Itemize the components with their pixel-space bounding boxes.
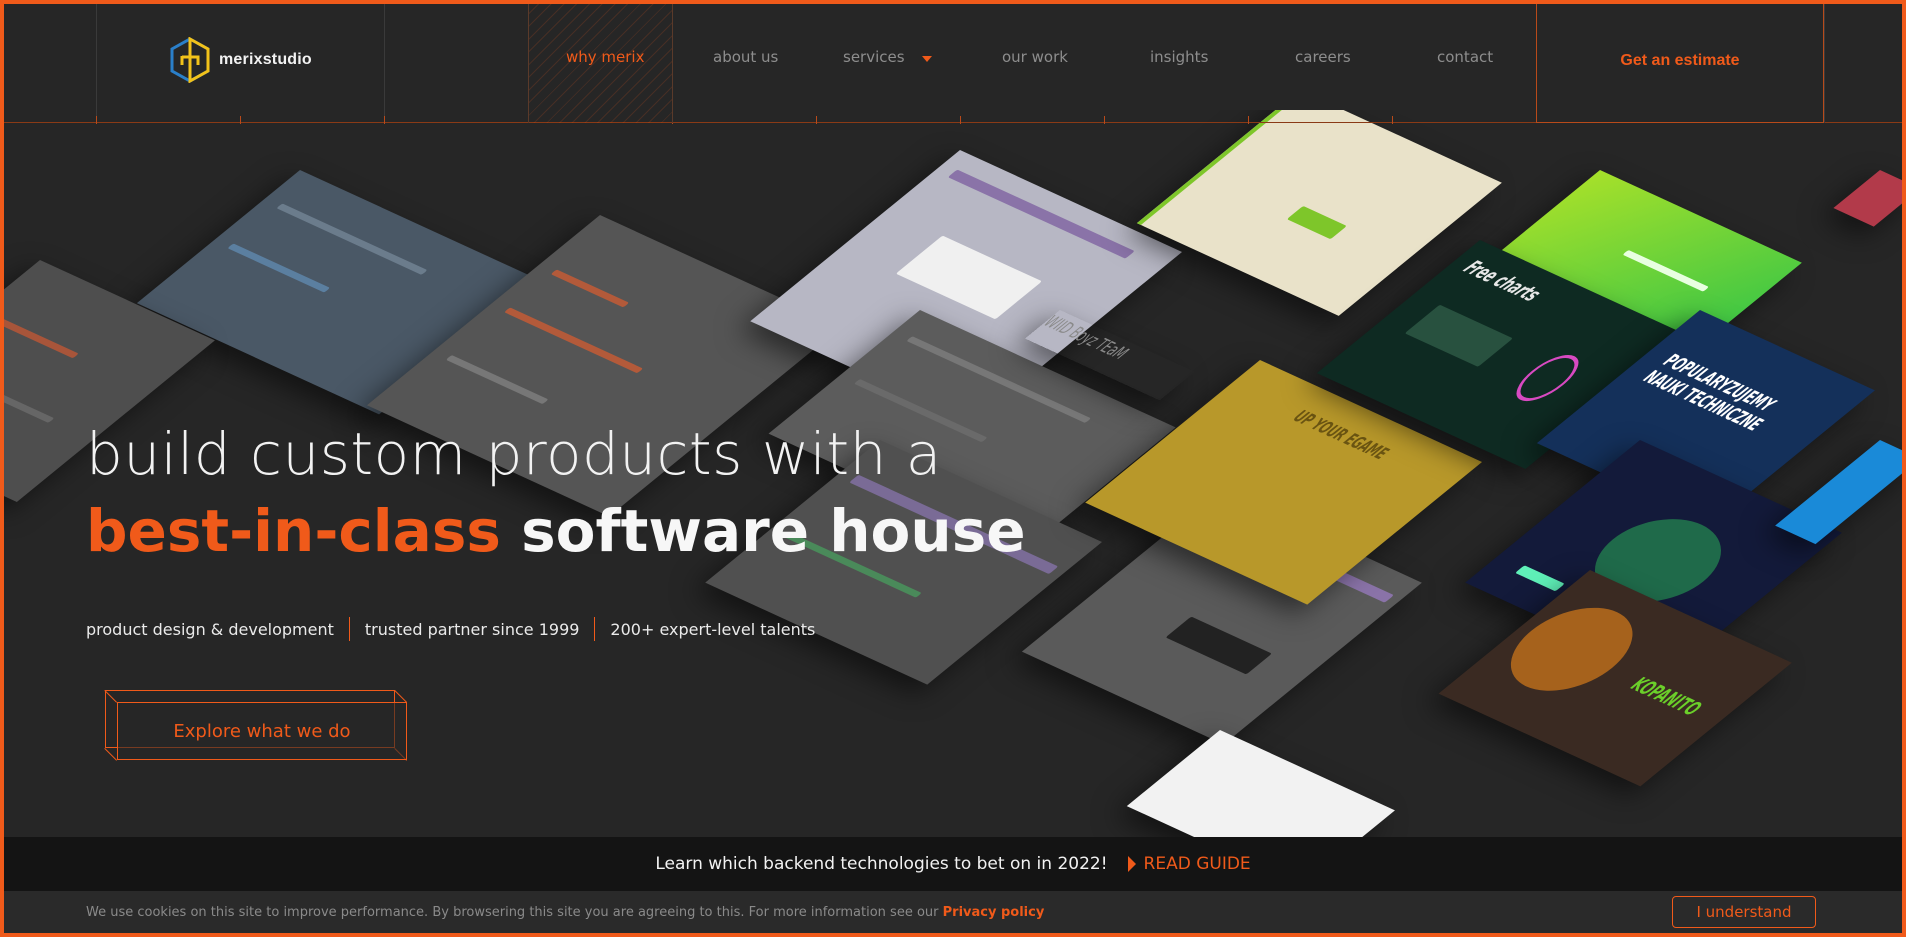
nav-about-us[interactable]: about us xyxy=(713,48,778,66)
project-screenshot xyxy=(1126,730,1395,840)
screenshot-detail xyxy=(503,307,643,374)
logo-text: merixstudio xyxy=(219,51,312,68)
nav-careers[interactable]: careers xyxy=(1295,48,1351,66)
fact-item: product design & development xyxy=(86,619,334,639)
nav-insights[interactable]: insights xyxy=(1150,48,1208,66)
nav-why-merix[interactable]: why merix xyxy=(566,48,644,66)
screenshot-detail xyxy=(1404,304,1513,367)
hero-headline-line1: build custom products with a xyxy=(86,420,942,488)
cookie-notice-text: We use cookies on this site to improve p… xyxy=(86,905,939,920)
get-estimate-button[interactable]: Get an estimate xyxy=(1536,0,1824,123)
screenshot-detail xyxy=(445,354,549,405)
fact-item: trusted partner since 1999 xyxy=(364,619,580,639)
grid-tick xyxy=(96,116,97,124)
screenshot-detail xyxy=(1504,348,1590,407)
nav-contact[interactable]: contact xyxy=(1437,48,1493,66)
grid-line xyxy=(96,0,97,123)
screenshot-detail xyxy=(276,203,428,275)
hero-headline-plain: software house xyxy=(521,497,1026,565)
screenshot-detail xyxy=(1622,249,1710,292)
cookie-bar: We use cookies on this site to improve p… xyxy=(0,891,1906,937)
screenshot-detail xyxy=(1287,205,1347,240)
grid-tick xyxy=(384,116,385,124)
logo-link[interactable]: merixstudio xyxy=(169,37,312,83)
game-title: KOPANITO xyxy=(1624,673,1709,720)
grid-tick xyxy=(960,116,961,124)
poster-title: POPULARYZUJEMY NAUKI TECHNICZNE xyxy=(1637,350,1782,435)
play-arrow-icon xyxy=(1127,856,1136,872)
explore-button-label: Explore what we do xyxy=(117,702,407,760)
screenshot-detail xyxy=(895,235,1043,320)
guide-banner-text: Learn which backend technologies to bet … xyxy=(655,854,1108,874)
screenshot-detail xyxy=(227,243,330,293)
fact-divider xyxy=(594,617,596,641)
nav-services[interactable]: services xyxy=(843,48,905,66)
grid-tick xyxy=(1248,116,1249,124)
cta-box-edge xyxy=(104,748,118,761)
fact-item: 200+ expert-level talents xyxy=(610,619,816,639)
explore-button[interactable]: Explore what we do xyxy=(104,690,409,762)
charts-title: Free charts xyxy=(1457,256,1548,306)
chevron-down-icon[interactable] xyxy=(922,56,932,62)
privacy-policy-link[interactable]: Privacy policy xyxy=(943,905,1045,920)
screenshot-detail xyxy=(0,361,55,423)
screenshot-detail xyxy=(1515,565,1565,592)
grid-line xyxy=(384,0,385,123)
guide-banner: Learn which backend technologies to bet … xyxy=(0,837,1906,891)
egame-title: UP YOUR EGAME xyxy=(1286,407,1394,464)
grid-tick xyxy=(816,116,817,124)
hero-headline-accent: best-in-class xyxy=(86,497,501,565)
screenshot-detail xyxy=(0,313,79,359)
grid-tick xyxy=(240,116,241,124)
fact-divider xyxy=(348,617,350,641)
hero-facts: product design & development trusted par… xyxy=(86,617,815,641)
cta-box-edge xyxy=(394,690,408,703)
screenshot-detail xyxy=(947,169,1135,259)
grid-tick xyxy=(1392,116,1393,124)
accept-cookies-button[interactable]: I understand xyxy=(1672,896,1816,928)
grid-tick xyxy=(1104,116,1105,124)
screenshot-detail xyxy=(550,269,629,308)
hero-headline-line2: best-in-class software house xyxy=(86,497,1026,565)
screenshot-detail xyxy=(1166,616,1273,675)
nav-our-work[interactable]: our work xyxy=(1002,48,1068,66)
project-screenshot xyxy=(1833,170,1906,227)
logo-hexagon-icon xyxy=(170,37,210,83)
read-guide-link[interactable]: READ GUIDE xyxy=(1144,854,1251,874)
site-header: merixstudio why merix about us services … xyxy=(0,0,1906,124)
grid-line xyxy=(1824,0,1825,123)
cookie-notice: We use cookies on this site to improve p… xyxy=(86,905,1044,920)
